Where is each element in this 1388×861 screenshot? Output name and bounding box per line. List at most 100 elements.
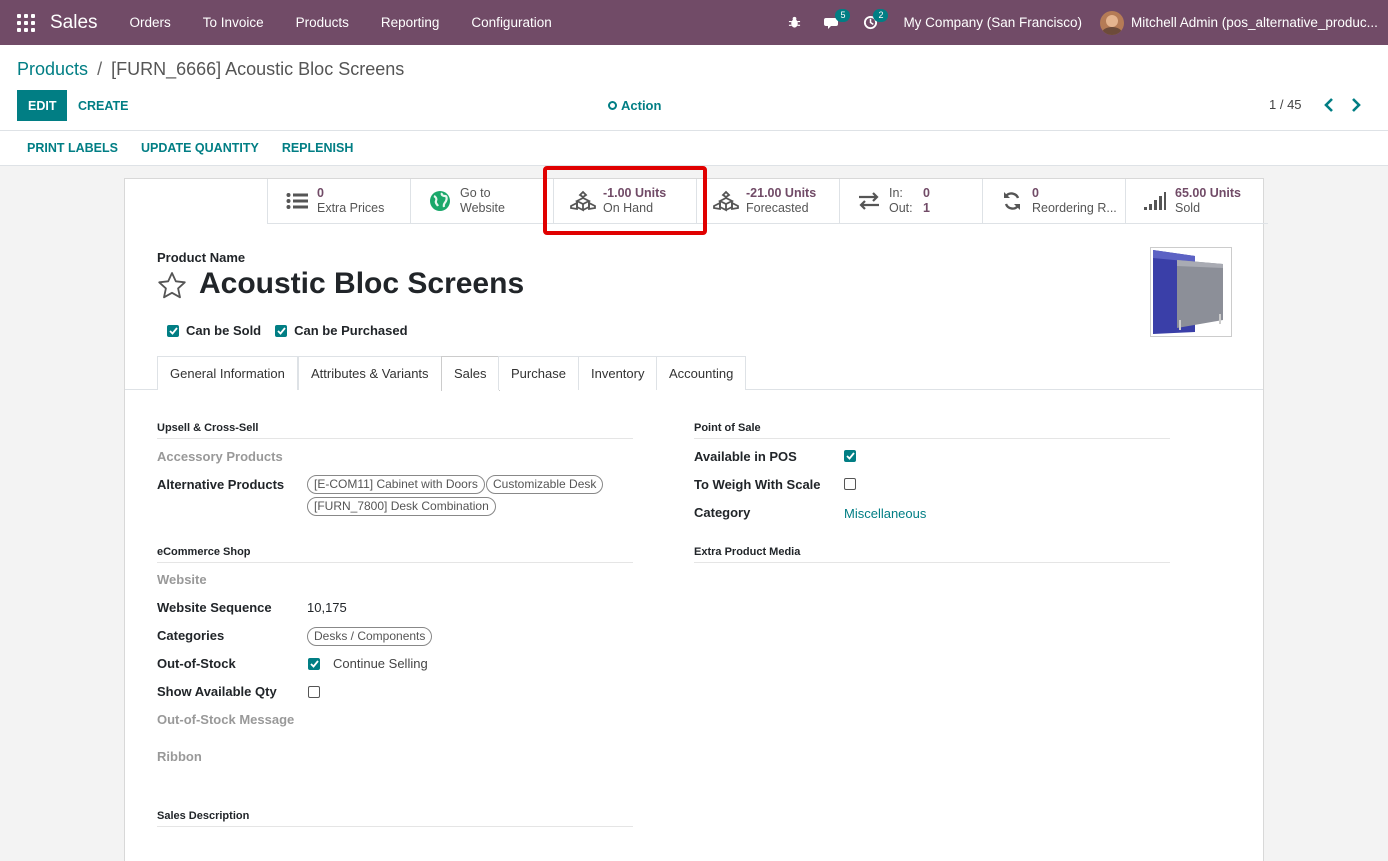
activities-badge: 2 — [873, 9, 889, 22]
website-sequence-label: Website Sequence — [157, 600, 272, 615]
menu-orders[interactable]: Orders — [114, 0, 187, 45]
edit-button[interactable]: EDIT — [17, 90, 68, 121]
breadcrumb: Products / [FURN_6666] Acoustic Bloc Scr… — [17, 59, 404, 80]
sold-label: Sold — [1175, 201, 1201, 215]
cubes-icon — [713, 189, 739, 213]
website-label: Website — [460, 201, 505, 215]
forecasted-button[interactable]: -21.00 Units Forecasted — [696, 179, 839, 223]
alternative-product-tag[interactable]: [E-COM11] Cabinet with Doors — [307, 475, 485, 494]
forecasted-value: -21.00 Units — [746, 186, 817, 200]
company-switcher[interactable]: My Company (San Francisco) — [889, 15, 1100, 30]
go-to-website-button[interactable]: Go to Website — [410, 179, 553, 223]
show-available-qty-checkbox[interactable] — [308, 686, 320, 698]
on-hand-value: -1.00 Units — [603, 186, 667, 200]
menu-configuration[interactable]: Configuration — [455, 0, 567, 45]
globe-icon — [427, 189, 453, 213]
pos-category-label: Category — [694, 505, 751, 520]
can-be-sold-checkbox[interactable] — [167, 324, 179, 337]
update-quantity-button[interactable]: UPDATE QUANTITY — [141, 141, 259, 155]
upsell-section-title: Upsell & Cross-Sell — [157, 422, 633, 439]
chevron-right-icon[interactable] — [1348, 96, 1364, 114]
pager-value[interactable]: 1 / 45 — [1269, 97, 1302, 112]
tab-purchase[interactable]: Purchase — [498, 356, 579, 390]
gear-icon — [608, 101, 617, 110]
continue-selling-label: Continue Selling — [333, 656, 428, 671]
sales-description-title: Sales Description — [157, 810, 633, 827]
in-value: 0 — [923, 186, 930, 200]
debug-bug-icon[interactable] — [775, 0, 813, 45]
smart-buttons: 0 Extra Prices Go to Website -1.00 Units On… — [267, 179, 1268, 224]
messages-icon[interactable]: 5 — [813, 0, 851, 45]
create-button[interactable]: CREATE — [70, 90, 136, 121]
on-hand-button[interactable]: -1.00 Units On Hand — [553, 179, 696, 223]
extra-prices-label: Extra Prices — [317, 201, 385, 215]
website-sequence-value[interactable]: 10,175 — [307, 600, 347, 615]
sold-button[interactable]: 65.00 Units Sold — [1125, 179, 1268, 223]
cubes-icon — [570, 189, 596, 213]
messages-badge: 5 — [835, 9, 851, 22]
signal-bars-icon — [1142, 189, 1168, 213]
form-sheet: 0 Extra Prices Go to Website -1.00 Units On… — [124, 178, 1268, 861]
user-name: Mitchell Admin (pos_alternative_produc..… — [1131, 15, 1378, 30]
show-available-qty-label: Show Available Qty — [157, 684, 277, 699]
reordering-rules-button[interactable]: 0 Reordering R... — [982, 179, 1125, 223]
out-of-stock-message-label: Out-of-Stock Message — [157, 712, 295, 727]
tab-accounting[interactable]: Accounting — [656, 356, 747, 390]
product-name[interactable]: Acoustic Bloc Screens — [199, 267, 524, 301]
control-panel: Products / [FURN_6666] Acoustic Bloc Scr… — [0, 45, 1388, 131]
star-icon[interactable] — [157, 271, 187, 302]
breadcrumb-separator: / — [97, 59, 103, 79]
apps-menu-icon[interactable] — [17, 13, 35, 32]
chevron-left-icon[interactable] — [1321, 96, 1337, 114]
website-label: Website — [157, 572, 207, 587]
status-bar: PRINT LABELS UPDATE QUANTITY REPLENISH — [0, 131, 1388, 166]
user-menu[interactable]: Mitchell Admin (pos_alternative_produc..… — [1100, 10, 1388, 35]
notebook-tabs: General Information Attributes & Variant… — [125, 356, 1263, 391]
action-label: Action — [621, 98, 662, 113]
category-tag[interactable]: Desks / Components — [307, 627, 433, 646]
action-menu[interactable]: Action — [608, 98, 661, 113]
tab-sales[interactable]: Sales — [441, 356, 500, 391]
exchange-arrows-icon — [856, 189, 882, 213]
sold-value: 65.00 Units — [1175, 186, 1242, 200]
reordering-label: Reordering R... — [1032, 201, 1117, 215]
extra-prices-button[interactable]: 0 Extra Prices — [267, 179, 410, 223]
menu-reporting[interactable]: Reporting — [365, 0, 456, 45]
in-out-button[interactable]: In: 0 Out: 1 — [839, 179, 982, 223]
extra-prices-value: 0 — [317, 186, 324, 200]
can-be-sold-label: Can be Sold — [186, 323, 262, 338]
out-label: Out: — [889, 201, 913, 215]
forecasted-label: Forecasted — [746, 201, 809, 215]
continue-selling-checkbox[interactable] — [308, 658, 320, 670]
on-hand-label: On Hand — [603, 201, 654, 215]
available-in-pos-checkbox[interactable] — [844, 450, 856, 462]
categories-label: Categories — [157, 628, 225, 643]
accessory-products-label: Accessory Products — [157, 449, 283, 464]
replenish-button[interactable]: REPLENISH — [282, 141, 354, 155]
menu-to-invoice[interactable]: To Invoice — [187, 0, 280, 45]
breadcrumb-products-link[interactable]: Products — [17, 59, 88, 79]
app-name[interactable]: Sales — [50, 12, 98, 34]
activities-clock-icon[interactable]: 2 — [851, 0, 889, 45]
alternative-product-tag[interactable]: Customizable Desk — [486, 475, 604, 494]
alternative-products-label: Alternative Products — [157, 477, 285, 492]
ribbon-label: Ribbon — [157, 749, 202, 764]
product-image[interactable] — [1150, 247, 1232, 337]
tab-attributes-variants[interactable]: Attributes & Variants — [298, 356, 442, 390]
menu-products[interactable]: Products — [280, 0, 365, 45]
website-value: Go to — [460, 186, 491, 200]
alternative-product-tag[interactable]: [FURN_7800] Desk Combination — [307, 497, 496, 516]
tab-general-information[interactable]: General Information — [157, 356, 298, 390]
pos-category-value[interactable]: Miscellaneous — [844, 506, 926, 521]
in-label: In: — [889, 186, 903, 200]
tab-inventory[interactable]: Inventory — [578, 356, 658, 390]
to-weigh-label: To Weigh With Scale — [694, 477, 821, 492]
refresh-icon — [999, 189, 1025, 213]
to-weigh-checkbox[interactable] — [844, 478, 856, 490]
out-value: 1 — [923, 201, 930, 215]
can-be-purchased-label: Can be Purchased — [294, 323, 408, 338]
can-be-purchased-checkbox[interactable] — [275, 324, 288, 337]
print-labels-button[interactable]: PRINT LABELS — [27, 141, 118, 155]
breadcrumb-current: [FURN_6666] Acoustic Bloc Screens — [111, 59, 405, 79]
product-flags: Can be Sold Can be Purchased — [167, 323, 422, 338]
